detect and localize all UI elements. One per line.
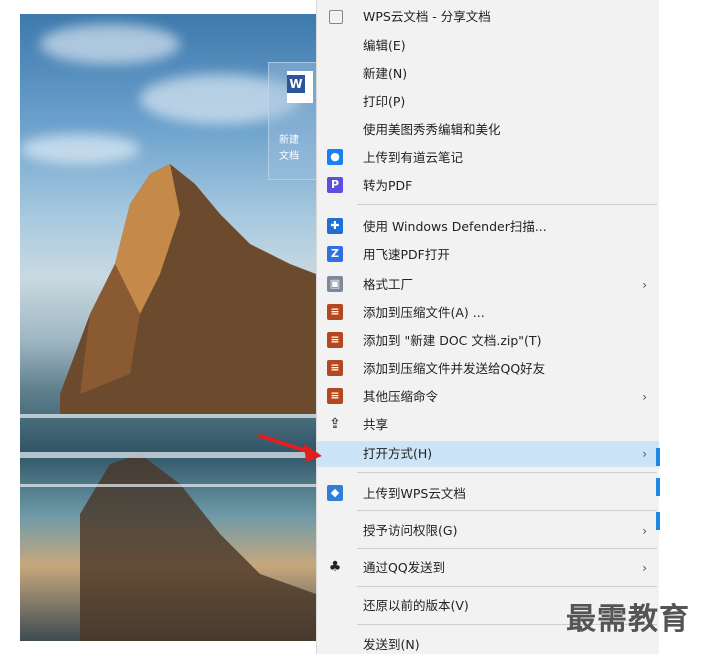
archive-icon: ≡: [327, 304, 343, 320]
menu-item-edit[interactable]: 编辑(E): [317, 33, 659, 59]
menu-item-open-with[interactable]: 打开方式(H) ›: [317, 441, 659, 467]
desktop-file-label: 新建 文档: [279, 135, 299, 162]
menu-item-fast-pdf[interactable]: Z 用飞速PDF打开: [317, 242, 659, 268]
defender-shield-icon: ✚: [327, 218, 343, 234]
pdf-icon: P: [327, 177, 343, 193]
menu-item-add-zip[interactable]: ≡ 添加到 "新建 DOC 文档.zip"(T): [317, 328, 659, 354]
share-arrow-icon: ⇪: [329, 416, 341, 432]
submenu-edge: [656, 478, 660, 496]
context-menu: WPS云文档 - 分享文档 编辑(E) 新建(N) 打印(P) 使用美图秀秀编辑…: [316, 0, 659, 654]
wave-line: [20, 484, 316, 487]
menu-separator: [357, 548, 657, 549]
menu-item-wps-cloud[interactable]: ◆ 上传到WPS云文档: [317, 481, 659, 507]
menu-separator: [357, 204, 657, 205]
watermark-text: 最需教育: [566, 602, 690, 637]
menu-item-share[interactable]: ⇪ 共享: [317, 412, 659, 438]
submenu-edge: [656, 512, 660, 530]
archive-icon: ≡: [327, 332, 343, 348]
menu-item-defender[interactable]: ✚ 使用 Windows Defender扫描...: [317, 214, 659, 240]
menu-item-other-archive[interactable]: ≡ 其他压缩命令 ›: [317, 384, 659, 410]
chevron-right-icon: ›: [642, 561, 647, 575]
red-arrow-pointer: [258, 434, 322, 462]
wave-line: [20, 414, 316, 418]
chevron-right-icon: ›: [642, 390, 647, 404]
menu-item-grant-access[interactable]: 授予访问权限(G) ›: [317, 518, 659, 544]
menu-separator: [357, 586, 657, 587]
youdao-icon: ●: [327, 149, 343, 165]
fast-pdf-icon: Z: [327, 246, 343, 262]
menu-item-new[interactable]: 新建(N): [317, 61, 659, 87]
menu-separator: [357, 510, 657, 511]
menu-item-send-qq[interactable]: ♣ 通过QQ发送到 ›: [317, 555, 659, 581]
share-icon: [329, 10, 343, 24]
chevron-right-icon: ›: [642, 524, 647, 538]
qq-penguin-icon: ♣: [328, 559, 342, 575]
menu-item-wps-share[interactable]: WPS云文档 - 分享文档: [317, 4, 659, 30]
chevron-right-icon: ›: [642, 447, 647, 461]
menu-item-print[interactable]: 打印(P): [317, 89, 659, 115]
menu-item-youdao[interactable]: ● 上传到有道云笔记: [317, 145, 659, 171]
word-document-icon: W: [287, 71, 313, 103]
menu-item-to-pdf[interactable]: P 转为PDF: [317, 173, 659, 199]
menu-item-add-archive[interactable]: ≡ 添加到压缩文件(A) ...: [317, 300, 659, 326]
desktop-file-icon[interactable]: W 新建 文档: [268, 62, 318, 180]
wps-cloud-icon: ◆: [327, 485, 343, 501]
submenu-edge: [656, 448, 660, 466]
menu-item-archive-send-qq[interactable]: ≡ 添加到压缩文件并发送给QQ好友: [317, 356, 659, 382]
menu-item-format-factory[interactable]: ▣ 格式工厂 ›: [317, 272, 659, 298]
archive-icon: ≡: [327, 388, 343, 404]
menu-separator: [357, 472, 657, 473]
menu-item-meitu[interactable]: 使用美图秀秀编辑和美化: [317, 117, 659, 143]
chevron-right-icon: ›: [642, 278, 647, 292]
archive-icon: ≡: [327, 360, 343, 376]
format-factory-icon: ▣: [327, 276, 343, 292]
